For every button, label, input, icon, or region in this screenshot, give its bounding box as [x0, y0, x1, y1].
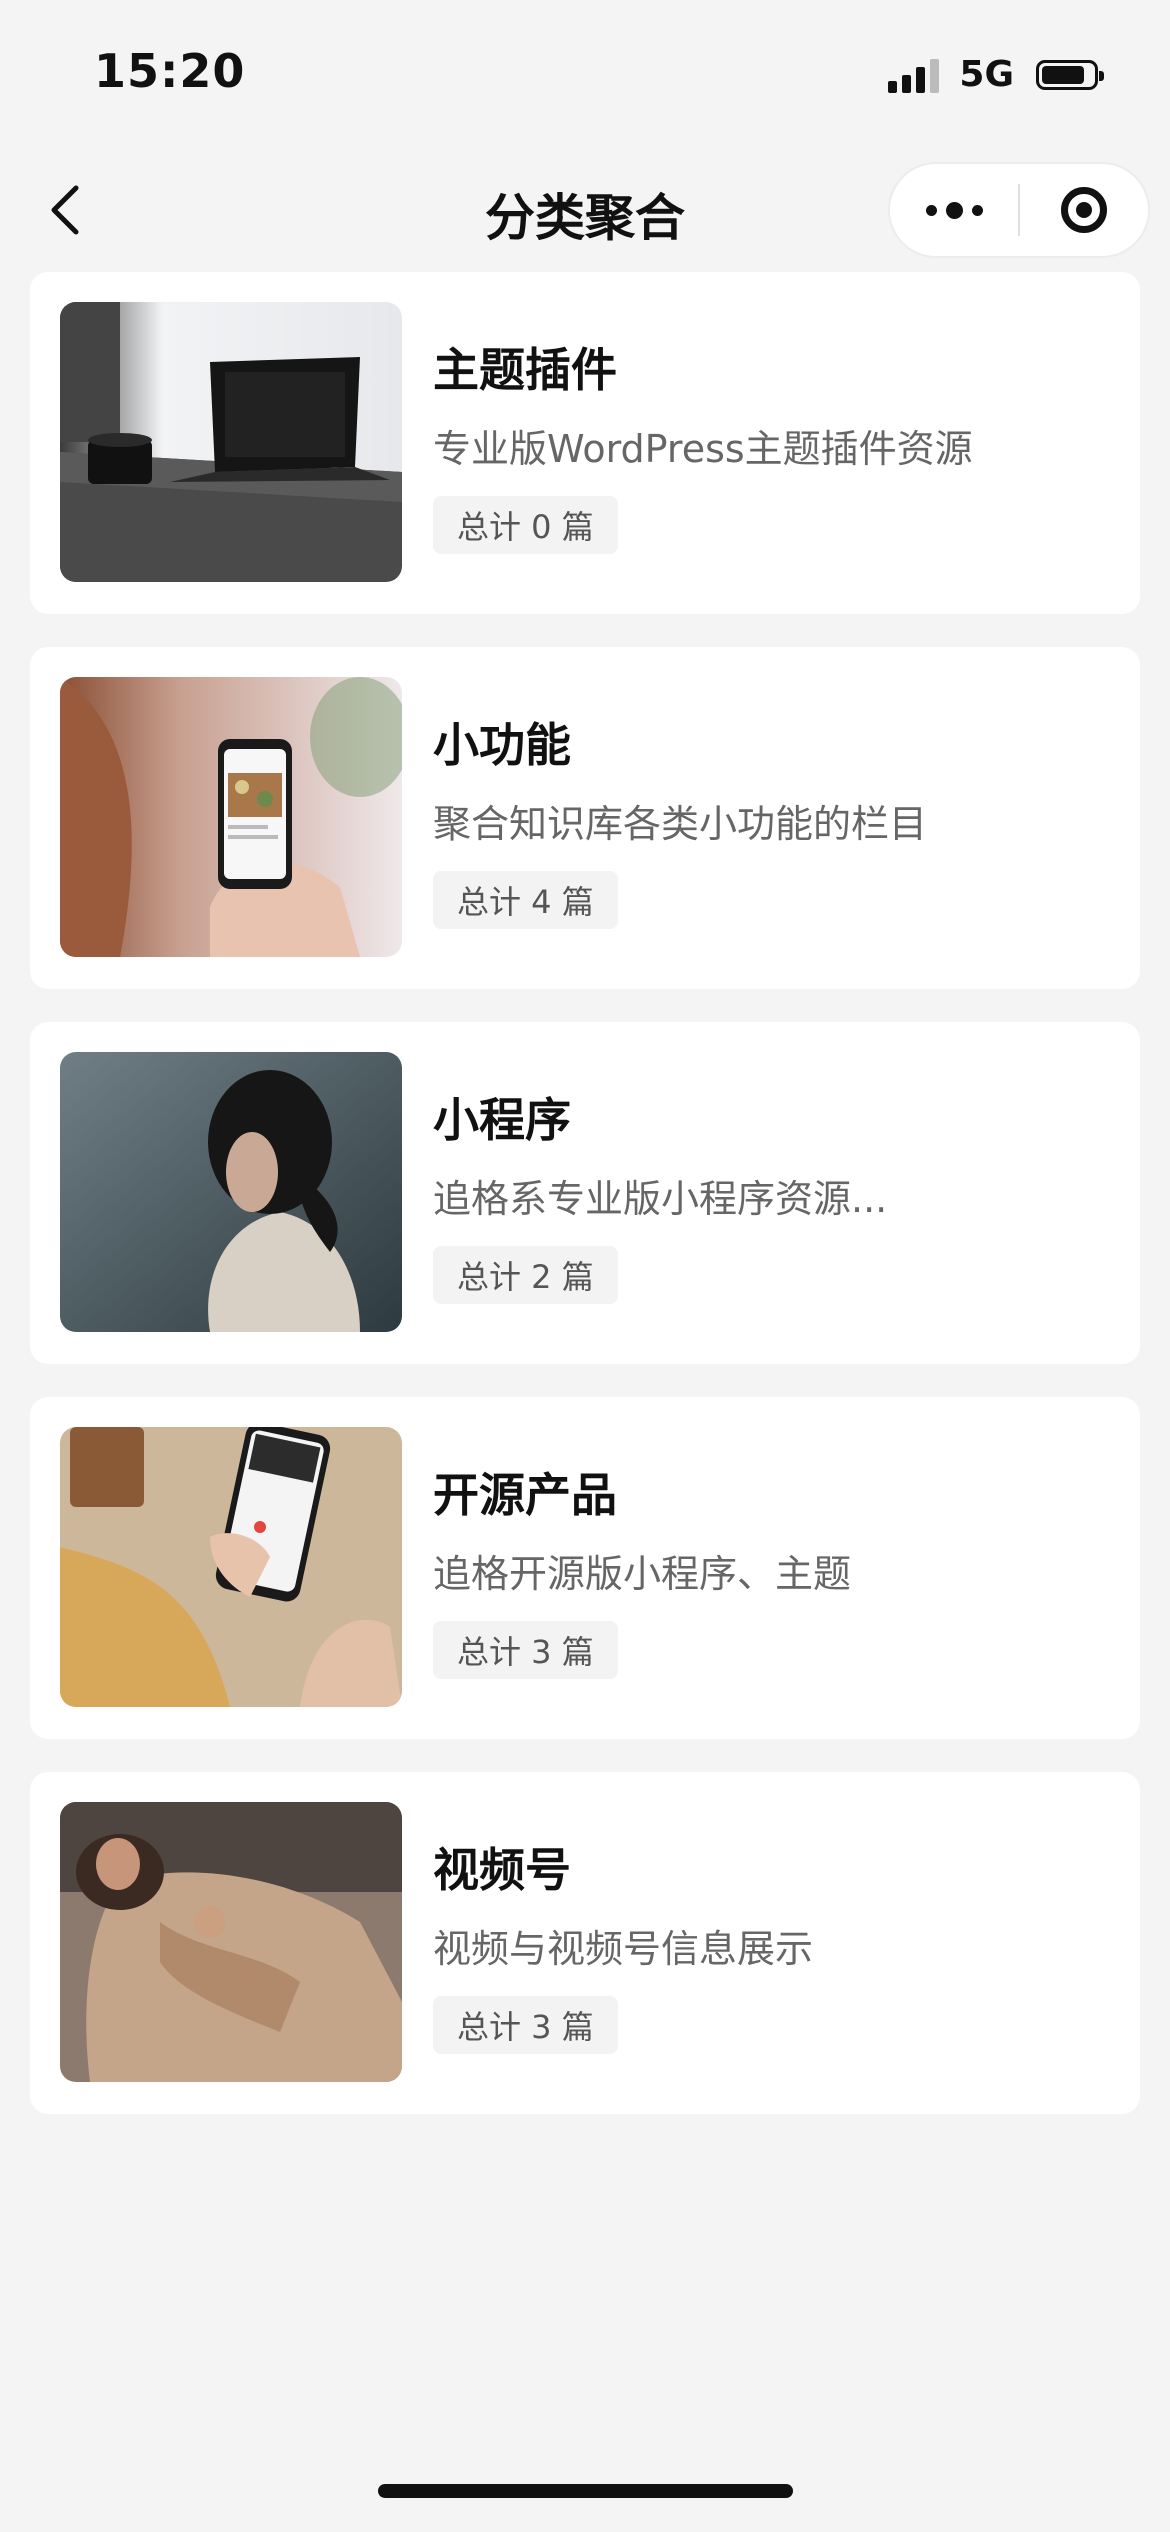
navigation-bar: 分类聚合	[0, 150, 1170, 270]
category-title: 小功能	[433, 718, 571, 772]
category-title: 主题插件	[433, 343, 617, 397]
category-card[interactable]: 小功能 聚合知识库各类小功能的栏目 总计 4 篇	[30, 647, 1140, 989]
close-mini-program-button[interactable]	[1020, 164, 1148, 256]
more-dots-icon	[925, 201, 983, 219]
hand-holding-phone-image	[60, 677, 402, 957]
home-indicator[interactable]	[378, 2484, 793, 2498]
category-list: 主题插件 专业版WordPress主题插件资源 总计 0 篇 小功能 聚合知识库…	[30, 272, 1140, 2147]
category-card[interactable]: 小程序 追格系专业版小程序资源... 总计 2 篇	[30, 1022, 1140, 1364]
post-count-badge: 总计 3 篇	[433, 1996, 618, 2054]
category-description: 聚合知识库各类小功能的栏目	[433, 802, 928, 846]
woman-portrait-image	[60, 1052, 402, 1332]
post-count-badge: 总计 0 篇	[433, 496, 618, 554]
laptop-on-desk-image	[60, 302, 402, 582]
status-time: 15:20	[94, 44, 246, 98]
category-card[interactable]: 开源产品 追格开源版小程序、主题 总计 3 篇	[30, 1397, 1140, 1739]
post-count-badge: 总计 3 篇	[433, 1621, 618, 1679]
category-card[interactable]: 视频号 视频与视频号信息展示 总计 3 篇	[30, 1772, 1140, 2114]
close-target-icon	[1060, 187, 1107, 233]
category-description: 视频与视频号信息展示	[433, 1927, 814, 1971]
network-type: 5G	[959, 54, 1014, 95]
woman-lying-image	[60, 1802, 402, 2082]
post-count-badge: 总计 2 篇	[433, 1246, 618, 1304]
more-button[interactable]	[890, 164, 1018, 256]
category-card[interactable]: 主题插件 专业版WordPress主题插件资源 总计 0 篇	[30, 272, 1140, 614]
phone-and-cup-image	[60, 1427, 402, 1707]
status-icons: 5G	[888, 54, 1104, 95]
mini-program-capsule	[888, 162, 1150, 258]
status-bar: 15:20 5G	[0, 0, 1170, 140]
post-count-badge: 总计 4 篇	[433, 871, 618, 929]
category-description: 追格系专业版小程序资源...	[433, 1177, 888, 1221]
battery-icon	[1036, 59, 1104, 90]
category-title: 小程序	[433, 1093, 571, 1147]
signal-icon	[888, 57, 940, 93]
category-description: 追格开源版小程序、主题	[433, 1552, 852, 1596]
category-description: 专业版WordPress主题插件资源	[433, 427, 973, 471]
category-title: 开源产品	[433, 1468, 617, 1522]
category-title: 视频号	[433, 1843, 571, 1897]
